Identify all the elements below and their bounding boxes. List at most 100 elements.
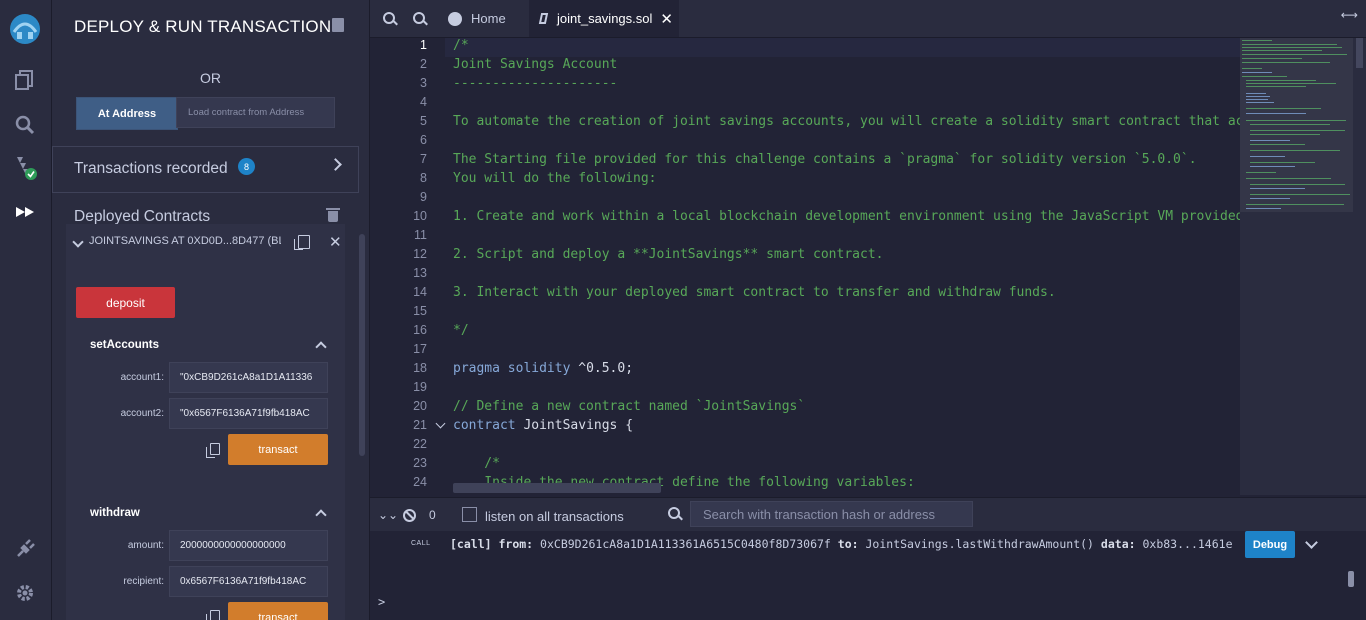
code-line-contract: contract JointSavings { [453, 418, 633, 433]
withdraw-transact-button[interactable]: transact [228, 602, 328, 620]
minimap-viewport[interactable] [1240, 38, 1353, 212]
account2-input[interactable]: "0x6567F6136A71f9fb418AC [169, 398, 328, 429]
editor-vertical-scrollbar[interactable] [1353, 38, 1366, 495]
terminal-prompt[interactable]: > [378, 595, 385, 609]
account2-label: account2: [120, 408, 164, 419]
chevron-up-icon[interactable] [315, 509, 327, 521]
line-number: 14 [413, 285, 427, 299]
amount-input[interactable]: 2000000000000000000 [169, 530, 328, 561]
instance-title[interactable]: JOINTSAVINGS AT 0XD0D...8D477 (BL [89, 235, 281, 247]
log-call: [call] [450, 537, 492, 551]
chevron-up-icon[interactable] [315, 341, 327, 353]
chevron-down-icon[interactable] [1305, 536, 1318, 549]
code-line: You will do the following: [453, 171, 657, 186]
search-icon [668, 507, 680, 519]
log-from: 0xCB9D261cA8a1D1A113361A6515C0480f8D7306… [540, 537, 831, 551]
settings-icon[interactable] [10, 578, 40, 608]
keyword: contract [453, 418, 516, 433]
line-number: 16 [413, 323, 427, 337]
scrollbar-thumb[interactable] [1356, 38, 1363, 68]
current-line-highlight [445, 38, 1240, 57]
terminal-scrollbar[interactable] [1348, 571, 1354, 587]
line-number: 3 [420, 76, 427, 90]
expand-arrows-icon[interactable]: ⟷ [1341, 8, 1358, 22]
line-number: 12 [413, 247, 427, 261]
line-number: 6 [420, 133, 427, 147]
code-text: ^0.5.0; [570, 361, 634, 376]
code-line: 3. Interact with your deployed smart con… [453, 285, 1056, 300]
code-line: To automate the creation of joint saving… [453, 114, 1240, 129]
line-number: 15 [413, 304, 427, 318]
line-number: 9 [420, 190, 427, 204]
line-number: 22 [413, 437, 427, 451]
line-number: 19 [413, 380, 427, 394]
code-editor[interactable]: 1 2 3 4 5 6 7 8 9 10 11 12 13 14 15 16 1… [370, 38, 1240, 495]
keyword: pragma [453, 361, 500, 376]
terminal-toolbar: ⌄⌄ 0 listen on all transactions Search w… [370, 497, 1366, 532]
code-minimap[interactable] [1240, 38, 1353, 495]
chevron-right-icon[interactable] [329, 158, 342, 171]
editor-horizontal-scrollbar[interactable] [453, 483, 661, 493]
deposit-button[interactable]: deposit [76, 287, 175, 318]
remix-logo-icon[interactable] [6, 10, 44, 48]
transactions-recorded-section[interactable]: Transactions recorded 8 [52, 146, 359, 193]
tab-joint-savings-label: joint_savings.sol [557, 11, 653, 26]
documentation-icon[interactable] [332, 18, 344, 32]
line-number: 8 [420, 171, 427, 185]
line-number: 2 [420, 57, 427, 71]
line-number: 21 [413, 418, 427, 432]
zoom-out-icon[interactable] [383, 12, 395, 24]
copy-icon[interactable] [294, 235, 310, 250]
line-number: 13 [413, 266, 427, 280]
clear-console-icon[interactable] [403, 509, 416, 522]
line-number: 20 [413, 399, 427, 413]
copy-icon[interactable] [206, 610, 220, 620]
code-line: 2. Script and deploy a **JointSavings** … [453, 247, 884, 262]
log-to-label: to: [837, 537, 859, 551]
recipient-input[interactable]: 0x6567F6136A71f9fb418AC [169, 566, 328, 597]
solidity-compiler-icon[interactable] [10, 153, 40, 183]
close-icon[interactable]: ✕ [329, 233, 342, 251]
line-number: 17 [413, 342, 427, 356]
search-icon[interactable] [10, 110, 40, 140]
at-address-button[interactable]: At Address [76, 97, 178, 130]
recipient-label: recipient: [123, 576, 164, 587]
copy-icon[interactable] [206, 443, 220, 458]
double-chevron-down-icon[interactable]: ⌄⌄ [378, 508, 398, 522]
zoom-in-icon[interactable] [413, 12, 425, 24]
plugin-manager-icon[interactable] [10, 534, 40, 564]
code-line: /* [453, 38, 469, 53]
log-entry[interactable]: [call] from: 0xCB9D261cA8a1D1A113361A651… [450, 537, 1233, 551]
icon-bar [0, 0, 52, 620]
or-label: OR [200, 70, 221, 86]
code-line: */ [453, 323, 469, 338]
deploy-run-panel: DEPLOY & RUN TRANSACTIONS OR At Address … [52, 0, 370, 620]
tab-home[interactable]: Home [438, 0, 526, 37]
account1-input[interactable]: "0xCB9D261cA8a1D1A11336 [169, 362, 328, 393]
debug-button[interactable]: Debug [1245, 531, 1295, 558]
line-number: 5 [420, 114, 427, 128]
line-number: 4 [420, 95, 427, 109]
deploy-run-icon[interactable] [10, 197, 40, 227]
transactions-count-badge: 8 [238, 158, 255, 175]
close-icon[interactable]: ✕ [660, 10, 673, 28]
fold-chevron-icon[interactable] [435, 418, 446, 429]
home-icon [448, 11, 462, 26]
line-number: 11 [414, 228, 427, 242]
amount-label: amount: [127, 540, 164, 551]
load-address-input[interactable]: Load contract from Address [176, 97, 335, 128]
tab-joint-savings[interactable]: joint_savings.sol ✕ [529, 0, 679, 37]
side-panel-scrollbar[interactable] [359, 234, 365, 456]
panel-title: DEPLOY & RUN TRANSACTIONS [74, 17, 343, 36]
code-line: /* [453, 456, 500, 471]
file-explorer-icon[interactable] [10, 65, 40, 95]
terminal-output: CALL [call] from: 0xCB9D261cA8a1D1A11336… [370, 531, 1366, 620]
trash-icon[interactable] [326, 208, 340, 222]
set-accounts-transact-button[interactable]: transact [228, 434, 328, 465]
terminal-search-input[interactable]: Search with transaction hash or address [690, 501, 973, 527]
chevron-down-icon[interactable] [72, 236, 84, 248]
withdraw-title: withdraw [90, 507, 140, 519]
log-data-label: data: [1100, 537, 1136, 551]
tab-bar: Home joint_savings.sol ✕ ⟷ [370, 0, 1366, 38]
listen-all-checkbox[interactable] [462, 507, 477, 522]
